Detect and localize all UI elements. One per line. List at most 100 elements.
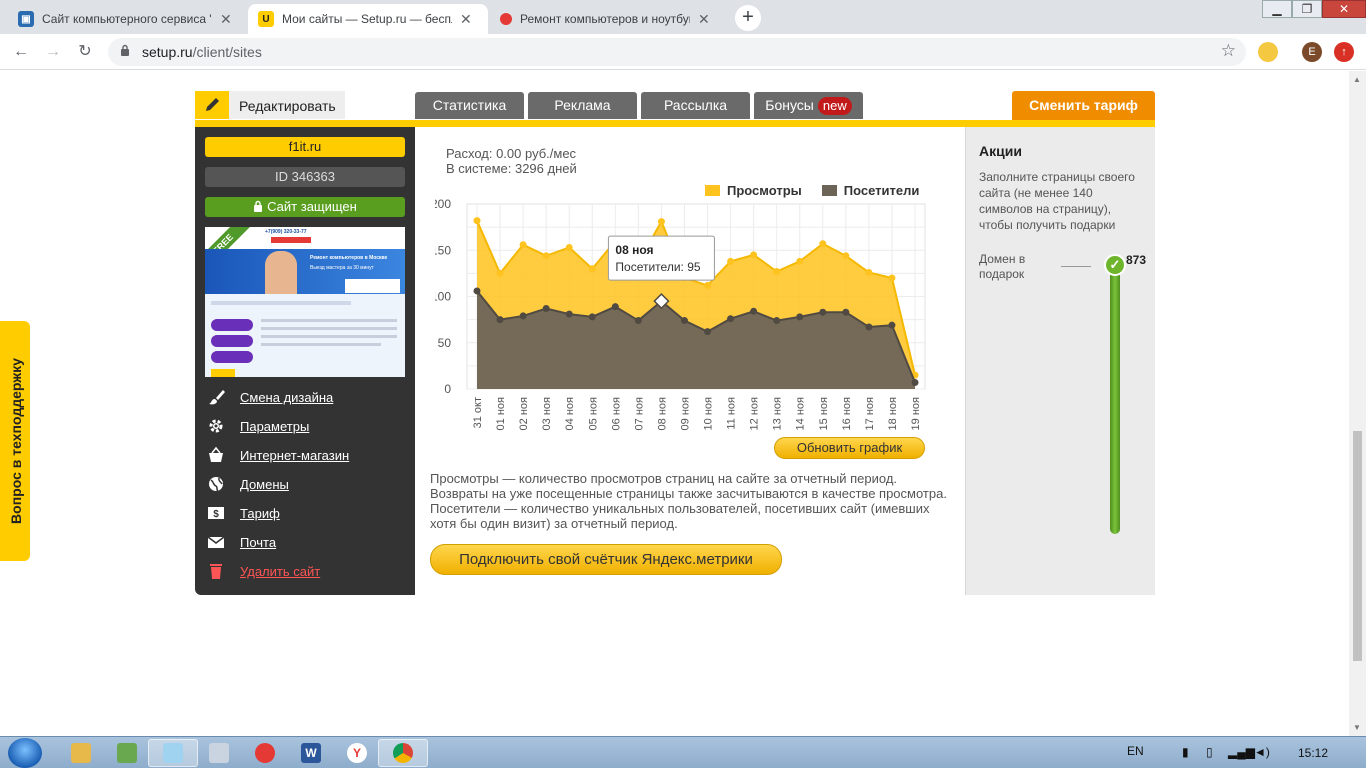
thumb-text-line	[261, 327, 397, 330]
thumb-text-line	[261, 319, 397, 322]
data-point	[727, 315, 735, 323]
clock[interactable]: 15:12	[1298, 746, 1328, 760]
site-thumbnail[interactable]: FREE +7(909) 320-33-77 Ремонт компьютеро…	[205, 227, 405, 377]
pencil-icon	[195, 91, 229, 119]
page-scrollbar[interactable]: ▲ ▼	[1349, 71, 1366, 736]
data-point	[773, 268, 781, 276]
update-icon[interactable]: ↑	[1334, 42, 1354, 62]
menu-delete-site[interactable]: Удалить сайт	[207, 561, 320, 581]
tab-bonuses[interactable]: Бонусы new	[754, 92, 863, 119]
refresh-chart-button[interactable]: Обновить график	[774, 437, 925, 459]
thumb-phone: +7(909) 320-33-77	[265, 229, 307, 235]
new-tab-button[interactable]: +	[735, 5, 761, 31]
maximize-button[interactable]: ❐	[1292, 0, 1322, 18]
edit-label: Редактировать	[239, 98, 336, 114]
new-badge: new	[817, 97, 852, 115]
taskbar-calculator[interactable]	[194, 739, 244, 767]
browser-tab-3[interactable]: Ремонт компьютеров и ноутбук ✕	[490, 4, 727, 34]
promo-title: Акции	[979, 143, 1022, 159]
back-arrow-icon[interactable]: ←	[10, 41, 32, 63]
taskbar-yandex[interactable]: Y	[332, 739, 382, 767]
menu-online-store[interactable]: Интернет-магазин	[207, 445, 349, 465]
volume-icon[interactable]: ◄)	[1254, 745, 1270, 759]
minimize-button[interactable]: ▁	[1262, 0, 1292, 18]
menu-change-design[interactable]: Смена дизайна	[207, 387, 333, 407]
visits-chart[interactable]: 0 50 100 150 200 31 окт 01 ноя 02 ноя 03 ноя 04 н…	[435, 192, 955, 442]
forward-arrow-icon[interactable]: →	[42, 41, 64, 63]
taskbar-chrome[interactable]	[378, 739, 428, 767]
start-button[interactable]	[8, 738, 42, 768]
browser-tab-1[interactable]: ▣ Сайт компьютерного сервиса "F ✕	[8, 4, 245, 34]
scroll-up-icon[interactable]: ▲	[1353, 75, 1361, 84]
thumb-form	[345, 279, 400, 293]
network-icon[interactable]: ▮	[1182, 745, 1189, 759]
connect-metrika-button[interactable]: Подключить свой счётчик Яндекс.метрики	[430, 544, 782, 575]
thumb-footer-button	[211, 369, 235, 377]
data-point	[519, 312, 527, 320]
stats-summary: Расход: 0.00 руб./мес В системе: 3296 дн…	[446, 146, 577, 176]
x-tick-label: 07 ноя	[633, 397, 645, 430]
menu-label: Интернет-магазин	[240, 447, 350, 463]
y-tick-label: 0	[444, 382, 451, 396]
data-point	[750, 251, 758, 259]
tooltip-title: 08 ноя	[615, 243, 653, 257]
close-tab-icon[interactable]: ✕	[460, 11, 472, 28]
language-indicator[interactable]: EN	[1127, 744, 1144, 758]
x-tick-label: 13 ноя	[772, 397, 784, 430]
reload-icon[interactable]: ↻	[74, 41, 96, 63]
tab-advertising[interactable]: Реклама	[528, 92, 637, 119]
secure-label: Сайт защищен	[267, 199, 357, 214]
x-tick-label: 03 ноя	[541, 397, 553, 430]
thumb-badge-1	[211, 319, 253, 331]
site-sidebar: f1it.ru ID 346363 Сайт защищен FREE +7(9…	[195, 127, 415, 595]
site-secure-badge: Сайт защищен	[205, 197, 405, 217]
site-id: ID 346363	[205, 167, 405, 187]
data-point	[565, 243, 573, 251]
close-tab-icon[interactable]: ✕	[220, 11, 232, 28]
promo-panel: Акции Заполните страницы своего сайта (н…	[965, 127, 1155, 595]
tab-title: Ремонт компьютеров и ноутбук	[520, 12, 690, 26]
browser-tab-2[interactable]: U Мои сайты — Setup.ru — беспл ✕	[248, 4, 488, 34]
menu-domains[interactable]: Домены	[207, 474, 289, 494]
support-question-tab[interactable]: Вопрос в техподдержку	[0, 321, 30, 561]
scrollbar-thumb[interactable]	[1353, 431, 1362, 661]
bookmark-star-icon[interactable]: ☆	[1221, 41, 1236, 61]
taskbar-opera[interactable]	[240, 739, 290, 767]
change-tariff-button[interactable]: Сменить тариф	[1012, 91, 1155, 122]
lock-icon	[121, 44, 129, 56]
edit-button[interactable]: Редактировать	[195, 91, 345, 119]
x-tick-label: 05 ноя	[587, 397, 599, 430]
profile-avatar[interactable]: E	[1302, 42, 1322, 62]
menu-parameters[interactable]: Параметры	[207, 416, 309, 436]
site-domain[interactable]: f1it.ru	[205, 137, 405, 157]
thumb-nav	[211, 301, 351, 305]
statistics-panel: Расход: 0.00 руб./мес В системе: 3296 дн…	[415, 127, 965, 595]
page-content: Вопрос в техподдержку Редактировать Стат…	[0, 71, 1366, 736]
signal-icon[interactable]: ▂▄▆	[1228, 745, 1255, 759]
taskbar-paint[interactable]	[102, 739, 152, 767]
x-tick-label: 08 ноя	[656, 397, 668, 430]
tab-statistics[interactable]: Статистика	[415, 92, 524, 119]
chrome-icon	[393, 743, 413, 763]
tab-mailing[interactable]: Рассылка	[641, 92, 750, 119]
taskbar-word[interactable]: W	[286, 739, 336, 767]
opera-icon	[255, 743, 275, 763]
taskbar-explorer[interactable]	[56, 739, 106, 767]
extension-icon[interactable]	[1258, 42, 1278, 62]
taskbar-notepad[interactable]	[148, 739, 198, 767]
data-point	[704, 328, 712, 336]
menu-label: Удалить сайт	[240, 563, 321, 579]
thumb-text-line	[261, 343, 381, 346]
close-window-button[interactable]: ✕	[1322, 0, 1366, 18]
folder-icon	[71, 743, 91, 763]
promo-domain-gift: Домен в подарок	[979, 252, 1026, 281]
battery-icon[interactable]: ▯	[1206, 745, 1213, 759]
menu-mail[interactable]: Почта	[207, 532, 276, 552]
close-tab-icon[interactable]: ✕	[698, 11, 710, 28]
data-point	[634, 317, 642, 325]
data-point	[496, 316, 504, 324]
menu-tariff[interactable]: $ Тариф	[207, 503, 280, 523]
scroll-down-icon[interactable]: ▼	[1353, 723, 1361, 732]
address-bar[interactable]: setup.ru/client/sites ☆	[108, 38, 1246, 66]
data-point	[865, 323, 873, 331]
